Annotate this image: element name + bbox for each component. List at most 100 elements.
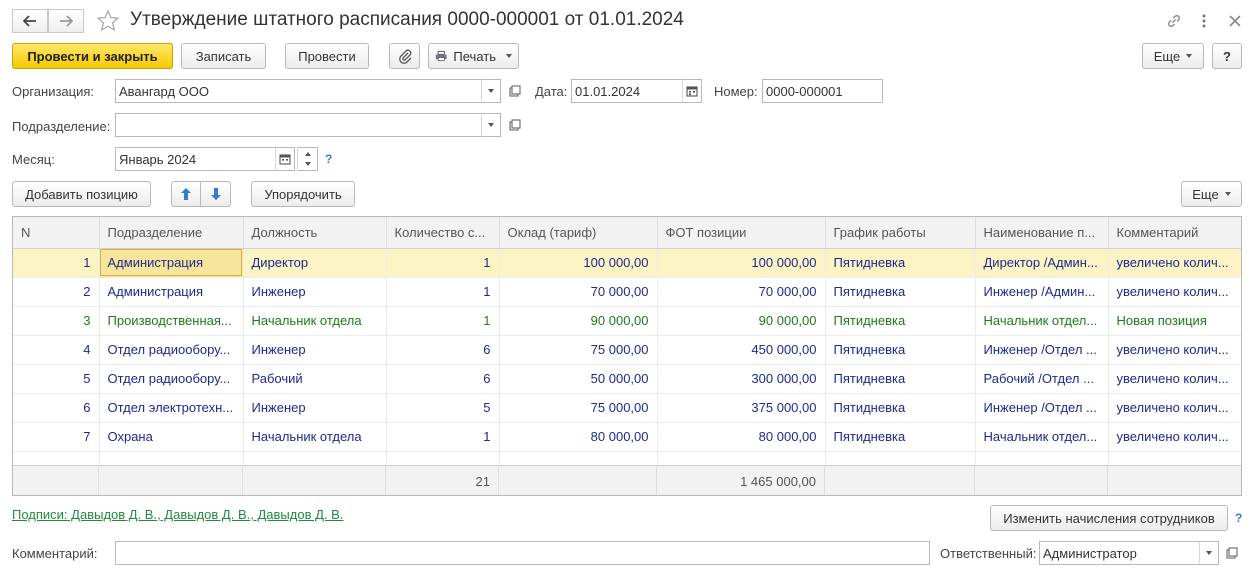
cell-fot[interactable]: 100 000,00 [657, 248, 826, 278]
cell-fot[interactable]: 300 000,00 [657, 364, 826, 394]
cell-comment[interactable]: увеличено колич... [1108, 248, 1241, 278]
cell-salary[interactable]: 100 000,00 [499, 248, 658, 278]
comment-field[interactable] [115, 541, 930, 565]
column-header-position[interactable]: Должность [243, 217, 387, 249]
print-button[interactable]: Печать [428, 43, 519, 69]
more-vertical-button[interactable] [1199, 12, 1209, 30]
cell-schedule[interactable]: Пятидневка [825, 306, 976, 336]
cell-n[interactable]: 2 [13, 277, 100, 307]
cell-comment[interactable]: увеличено колич... [1108, 393, 1241, 423]
responsible-open-button[interactable] [1223, 544, 1241, 562]
cell-position[interactable]: Начальник отдела [243, 306, 387, 336]
cell-schedule[interactable]: Пятидневка [825, 335, 976, 365]
close-button[interactable] [1226, 12, 1244, 30]
cell-quantity[interactable]: 6 [386, 364, 500, 394]
table-row[interactable]: 5 Отдел радиообору... Рабочий 6 50 000,00 300… [13, 364, 1241, 394]
column-header-salary[interactable]: Оклад (тариф) [499, 217, 658, 249]
cell-schedule[interactable]: Пятидневка [825, 393, 976, 423]
cell-n[interactable]: 7 [13, 422, 100, 452]
month-calendar-button[interactable] [275, 147, 295, 171]
more-button[interactable]: Еще [1142, 43, 1204, 69]
month-spinner[interactable] [297, 147, 318, 171]
cell-n[interactable]: 5 [13, 364, 100, 394]
chevron-up-icon[interactable] [305, 152, 311, 156]
cell-comment[interactable]: Новая позиция [1108, 306, 1241, 336]
column-header-schedule[interactable]: График работы [825, 217, 976, 249]
number-field[interactable]: 0000-000001 [762, 79, 883, 103]
cell-fot[interactable]: 70 000,00 [657, 277, 826, 307]
cell-fot[interactable]: 90 000,00 [657, 306, 826, 336]
cell-salary[interactable]: 70 000,00 [499, 277, 658, 307]
month-help-link[interactable]: ? [325, 152, 332, 166]
cell-name[interactable]: Рабочий /Отдел ... [975, 364, 1109, 394]
post-and-close-button[interactable]: Провести и закрыть [12, 43, 173, 69]
cell-n[interactable]: 1 [13, 248, 100, 278]
cell-position[interactable]: Директор [243, 248, 387, 278]
table-row[interactable]: 2 Администрация Инженер 1 70 000,00 70 000,00… [13, 277, 1241, 307]
cell-n[interactable]: 4 [13, 335, 100, 365]
move-up-button[interactable] [171, 181, 201, 207]
cell-quantity[interactable]: 1 [386, 248, 500, 278]
cell-salary[interactable]: 90 000,00 [499, 306, 658, 336]
organization-open-button[interactable] [506, 82, 524, 100]
column-header-name[interactable]: Наименование п... [975, 217, 1109, 249]
column-header-comment[interactable]: Комментарий [1108, 217, 1241, 249]
organization-dropdown-button[interactable] [481, 79, 501, 103]
column-header-n[interactable]: N [13, 217, 100, 249]
forward-button[interactable] [48, 9, 84, 33]
signatures-link[interactable]: Подписи: Давыдов Д. В., Давыдов Д. В., Д… [12, 507, 343, 522]
cell-name[interactable]: Инженер /Админ... [975, 277, 1109, 307]
cell-salary[interactable]: 75 000,00 [499, 335, 658, 365]
cell-salary[interactable]: 75 000,00 [499, 393, 658, 423]
cell-department[interactable]: Производственная... [99, 306, 244, 336]
sort-button[interactable]: Упорядочить [251, 181, 355, 207]
cell-quantity[interactable]: 1 [386, 277, 500, 307]
cell-position[interactable]: Инженер [243, 335, 387, 365]
month-field[interactable]: Январь 2024 [115, 147, 276, 171]
change-accruals-button[interactable]: Изменить начисления сотрудников [990, 505, 1228, 531]
table-row[interactable]: 1 Администрация Директор 1 100 000,00 100 000… [13, 248, 1241, 278]
date-field[interactable]: 01.01.2024 [571, 79, 683, 103]
department-open-button[interactable] [506, 116, 524, 134]
save-button[interactable]: Записать [181, 43, 266, 69]
cell-schedule[interactable]: Пятидневка [825, 364, 976, 394]
department-dropdown-button[interactable] [481, 113, 501, 137]
cell-department[interactable]: Отдел радиообору... [99, 335, 244, 365]
cell-position[interactable]: Рабочий [243, 364, 387, 394]
back-button[interactable] [12, 9, 48, 33]
cell-comment[interactable]: увеличено колич... [1108, 277, 1241, 307]
help-button[interactable]: ? [1212, 43, 1242, 69]
table-more-button[interactable]: Еще [1181, 181, 1242, 207]
chevron-down-icon[interactable] [305, 162, 311, 166]
cell-schedule[interactable]: Пятидневка [825, 277, 976, 307]
table-row[interactable]: 3 Производственная... Начальник отдела 1 90 … [13, 306, 1241, 336]
cell-salary[interactable]: 50 000,00 [499, 364, 658, 394]
link-button[interactable] [1165, 12, 1183, 30]
cell-fot[interactable]: 375 000,00 [657, 393, 826, 423]
cell-department[interactable]: Администрация [99, 248, 244, 278]
table-row[interactable]: 7 Охрана Начальник отдела 1 80 000,00 80 000,… [13, 422, 1241, 452]
cell-quantity[interactable]: 1 [386, 306, 500, 336]
table-row[interactable]: 6 Отдел электротехн... Инженер 5 75 000,00 37… [13, 393, 1241, 423]
cell-fot[interactable]: 80 000,00 [657, 422, 826, 452]
cell-name[interactable]: Директор /Админ... [975, 248, 1109, 278]
cell-name[interactable]: Инженер /Отдел ... [975, 335, 1109, 365]
cell-position[interactable]: Инженер [243, 393, 387, 423]
table-row[interactable]: 4 Отдел радиообору... Инженер 6 75 000,00 450… [13, 335, 1241, 365]
positions-table[interactable]: N Подразделение Должность Количество с..… [12, 216, 1242, 496]
attach-button[interactable] [389, 43, 420, 69]
cell-quantity[interactable]: 1 [386, 422, 500, 452]
cell-comment[interactable]: увеличено колич... [1108, 364, 1241, 394]
cell-comment[interactable]: увеличено колич... [1108, 335, 1241, 365]
cell-schedule[interactable]: Пятидневка [825, 248, 976, 278]
cell-position[interactable]: Инженер [243, 277, 387, 307]
cell-schedule[interactable]: Пятидневка [825, 422, 976, 452]
cell-department[interactable]: Администрация [99, 277, 244, 307]
organization-field[interactable]: Авангард ООО [115, 79, 482, 103]
post-button[interactable]: Провести [285, 43, 369, 69]
cell-quantity[interactable]: 5 [386, 393, 500, 423]
move-down-button[interactable] [200, 181, 231, 207]
cell-position[interactable]: Начальник отдела [243, 422, 387, 452]
cell-name[interactable]: Начальник отдел... [975, 422, 1109, 452]
cell-department[interactable]: Отдел радиообору... [99, 364, 244, 394]
